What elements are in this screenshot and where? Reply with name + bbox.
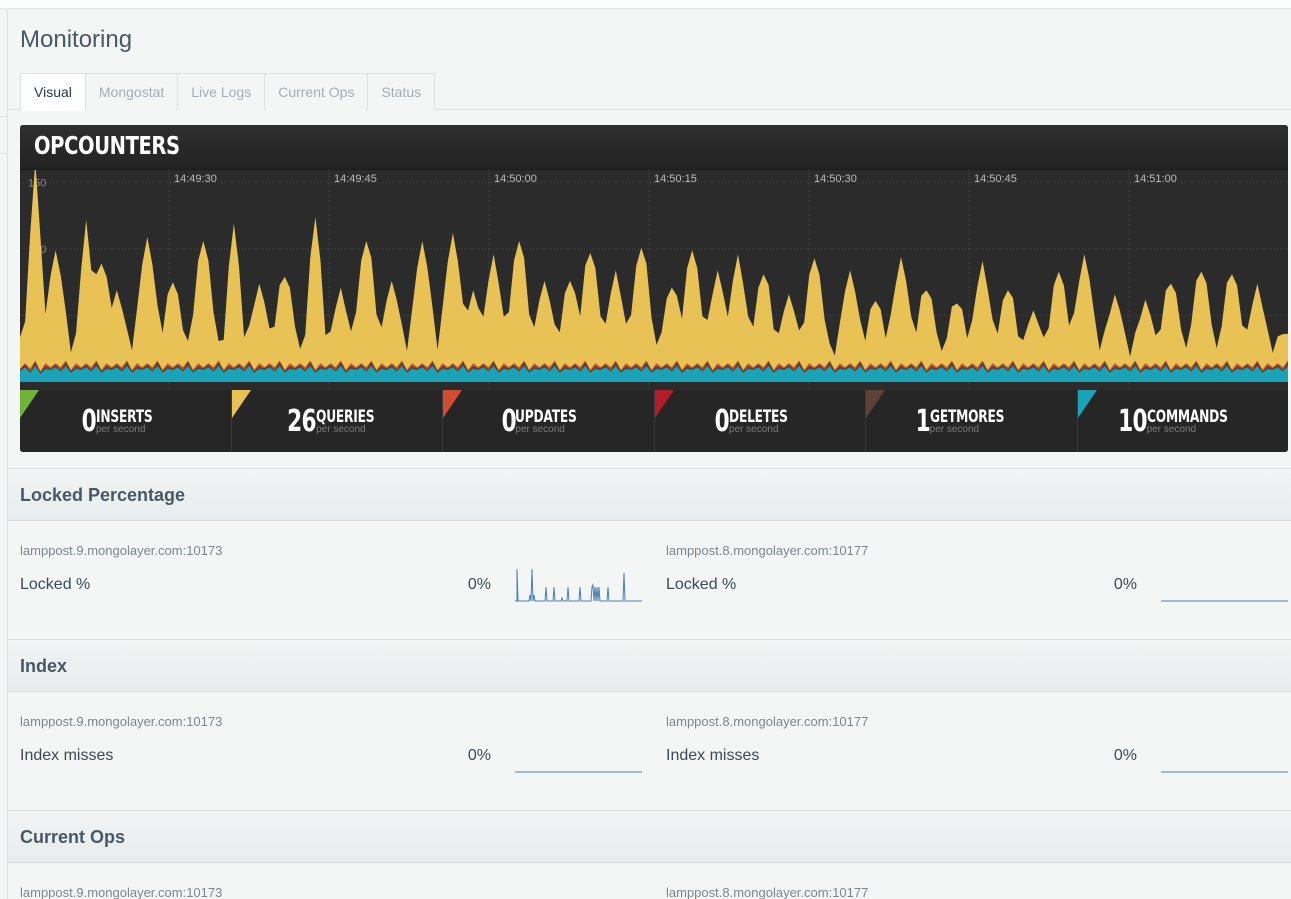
x-tick-label: 14:49:45: [334, 173, 377, 185]
stat-color-marker: [1077, 390, 1097, 418]
stat-label: UPDATES: [515, 406, 578, 427]
host-label: lamppost.8.mongolayer.com:10177: [666, 714, 869, 729]
stat-commands: 10 COMMANDS per second: [1077, 390, 1289, 452]
tab-visual[interactable]: Visual: [20, 73, 86, 111]
opcounters-title: OPCOUNTERS: [34, 131, 180, 160]
tab-status[interactable]: Status: [368, 73, 436, 110]
metric-label: Index misses: [666, 747, 760, 764]
tab-current-ops[interactable]: Current Ops: [265, 73, 369, 110]
stat-label: QUERIES: [316, 406, 375, 427]
stat-value: 26: [287, 403, 317, 439]
host-label: lamppost.8.mongolayer.com:10177: [666, 543, 869, 558]
stat-value: 0: [501, 403, 516, 439]
metric-value: 0%: [1113, 747, 1137, 764]
index-sparkline-left: [515, 771, 642, 773]
opcounters-chart: 14:49:30 14:49:45 14:50:00 14:50:15 14:50:30…: [20, 170, 1288, 390]
stat-color-marker: [231, 390, 251, 418]
host-label: lamppost.9.mongolayer.com:10173: [20, 543, 223, 558]
opcounters-header: OPCOUNTERS: [20, 125, 1288, 170]
opcounters-panel: OPCOUNTERS 14:49:30 14:49:45 14:50:00 14:50…: [20, 125, 1288, 452]
x-tick-label: 14:50:30: [814, 173, 857, 185]
x-tick-label: 14:50:45: [974, 173, 1017, 185]
host-label: lamppost.9.mongolayer.com:10173: [20, 714, 223, 729]
stat-deletes: 0 DELETES per second: [654, 390, 866, 452]
index-sparkline-right: [1161, 771, 1288, 773]
metric-label: Locked %: [666, 576, 737, 593]
section-title: Current Ops: [20, 827, 126, 847]
y-tick-label: 150: [28, 178, 46, 190]
series-queries-area: [20, 170, 1288, 372]
locked-sparkline-left: [515, 568, 642, 602]
stat-color-marker: [654, 390, 674, 418]
stat-queries: 26 QUERIES per second: [231, 390, 443, 452]
stat-updates: 0 UPDATES per second: [443, 390, 655, 452]
stat-color-marker: [443, 390, 462, 418]
section-title: Locked Percentage: [20, 485, 186, 505]
metric-label: Locked %: [20, 576, 91, 593]
x-tick-label: 14:50:00: [494, 173, 537, 185]
host-label: lamppost.8.mongolayer.com:10177: [666, 885, 869, 899]
stat-label: COMMANDS: [1146, 406, 1228, 427]
section-locked-percentage: Locked Percentage: [8, 468, 1291, 521]
stat-getmores: 1 GETMORES per second: [866, 390, 1078, 452]
x-tick-label: 14:49:30: [174, 173, 217, 185]
stat-value: 10: [1117, 403, 1147, 439]
section-title: Index: [20, 656, 68, 676]
section-index: Index: [8, 639, 1291, 692]
stat-label: GETMORES: [929, 406, 1004, 427]
x-tick-label: 14:51:00: [1134, 173, 1177, 185]
tab-live-logs[interactable]: Live Logs: [178, 73, 266, 110]
metric-value: 0%: [467, 576, 491, 593]
stat-color-marker: [866, 390, 885, 418]
stat-label: DELETES: [728, 406, 788, 427]
stat-value: 0: [81, 403, 97, 439]
section-current-ops: Current Ops: [8, 810, 1291, 863]
stat-color-marker: [20, 390, 39, 418]
stat-value: 0: [714, 403, 730, 439]
metric-label: Index misses: [20, 747, 114, 764]
stat-inserts: 0 INSERTS per second: [20, 390, 232, 452]
top-strip: [0, 0, 1291, 9]
stat-label: INSERTS: [95, 406, 153, 427]
locked-sparkline-right: [1161, 600, 1288, 602]
tab-bar: Visual Mongostat Live Logs Current Ops S…: [20, 73, 436, 111]
x-tick-label: 14:50:15: [654, 173, 697, 185]
left-stub: [0, 116, 8, 154]
opcounters-stats: 0 INSERTS per second 26 QUERIES per second…: [20, 390, 1288, 452]
tab-mongostat[interactable]: Mongostat: [85, 73, 179, 110]
stat-value: 1: [915, 403, 930, 439]
metric-value: 0%: [467, 747, 491, 764]
metric-value: 0%: [1113, 576, 1137, 593]
host-label: lamppost.9.mongolayer.com:10173: [20, 885, 223, 899]
page-title: Monitoring: [20, 26, 133, 53]
